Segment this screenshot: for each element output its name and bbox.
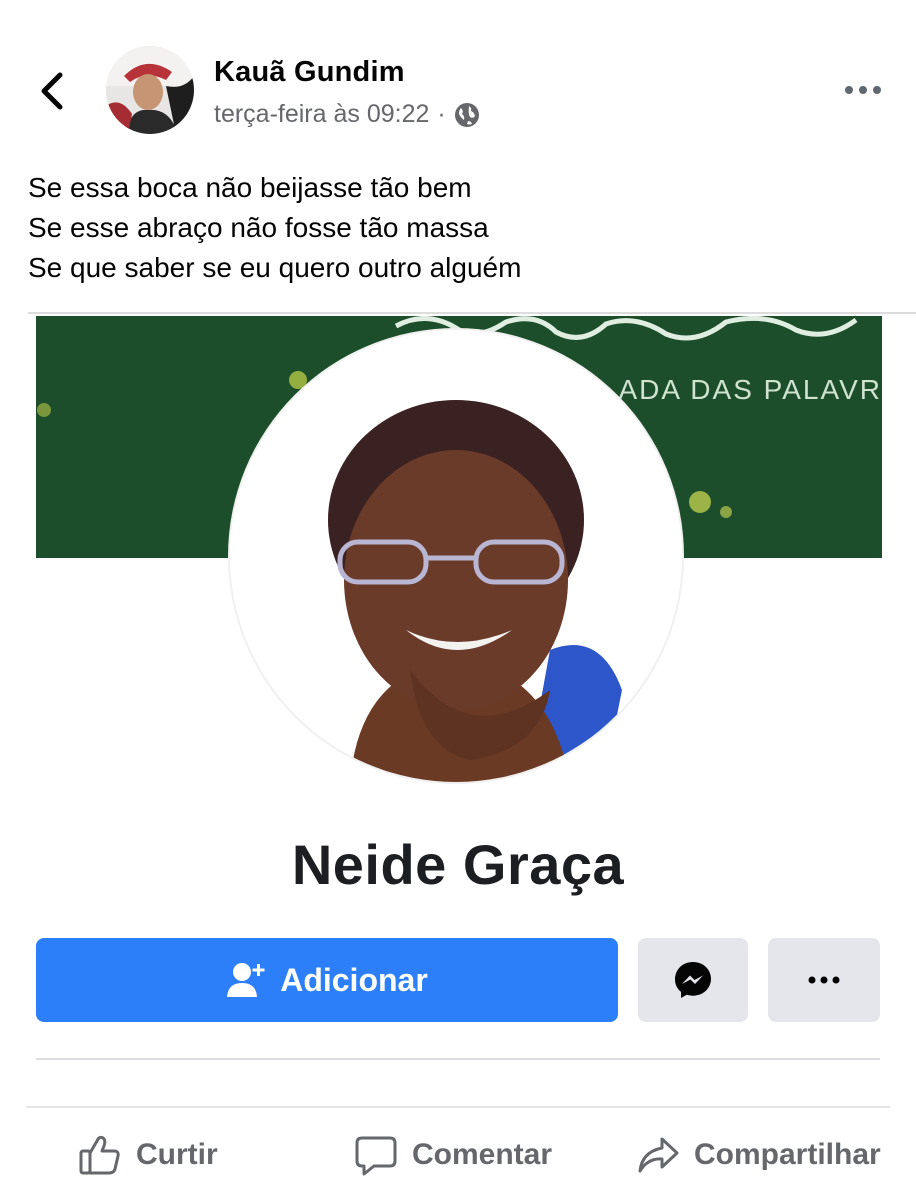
post-text-line: Se que saber se eu quero outro alguém	[28, 252, 522, 283]
like-button[interactable]: Curtir	[78, 1130, 218, 1180]
author-name[interactable]: Kauã Gundim	[214, 56, 405, 89]
post-header: Kauã Gundim terça-feira às 09:22 ·	[0, 0, 916, 160]
thumbs-up-icon	[79, 1135, 120, 1175]
post-text-line: Se essa boca não beijasse tão bem	[28, 172, 472, 203]
back-button[interactable]	[30, 66, 74, 116]
post-timestamp[interactable]: terça-feira às 09:22	[214, 100, 429, 129]
add-friend-label: Adicionar	[280, 961, 428, 998]
post-action-bar: Curtir Comentar Compartilhar	[0, 1110, 916, 1196]
shared-image[interactable]: ADA DAS PALAVR Neide Graça Adicionar	[0, 314, 916, 1084]
post-text-line: Se esse abraço não fosse tão massa	[28, 212, 489, 243]
comment-label: Comentar	[412, 1138, 553, 1171]
cover-text: ADA DAS PALAVR	[618, 374, 882, 405]
profile-picture	[230, 330, 682, 782]
post-text: Se essa boca não beijasse tão bem Se ess…	[28, 168, 888, 288]
messenger-icon	[675, 962, 711, 998]
add-friend-icon	[227, 963, 265, 997]
add-friend-button: Adicionar	[36, 938, 618, 1022]
profile-photo	[230, 330, 682, 782]
share-button[interactable]: Compartilhar	[636, 1130, 881, 1180]
more-horizontal-icon	[845, 86, 881, 94]
share-label: Compartilhar	[694, 1138, 881, 1171]
more-horizontal-icon	[808, 976, 840, 984]
avatar-image	[106, 46, 194, 134]
comment-icon	[355, 1136, 397, 1176]
divider	[26, 1106, 890, 1108]
like-label: Curtir	[136, 1138, 218, 1171]
share-arrow-icon	[638, 1137, 679, 1173]
post-meta: terça-feira às 09:22 ·	[214, 100, 480, 129]
divider	[36, 1058, 880, 1060]
comment-button[interactable]: Comentar	[354, 1130, 552, 1180]
meta-separator: ·	[437, 100, 446, 128]
post-options-button[interactable]	[840, 72, 886, 108]
profile-more-button	[768, 938, 880, 1022]
author-avatar[interactable]	[106, 46, 194, 134]
globe-icon	[454, 102, 479, 127]
chevron-left-icon	[41, 72, 63, 110]
profile-name: Neide Graça	[291, 833, 625, 896]
messenger-button	[638, 938, 748, 1022]
